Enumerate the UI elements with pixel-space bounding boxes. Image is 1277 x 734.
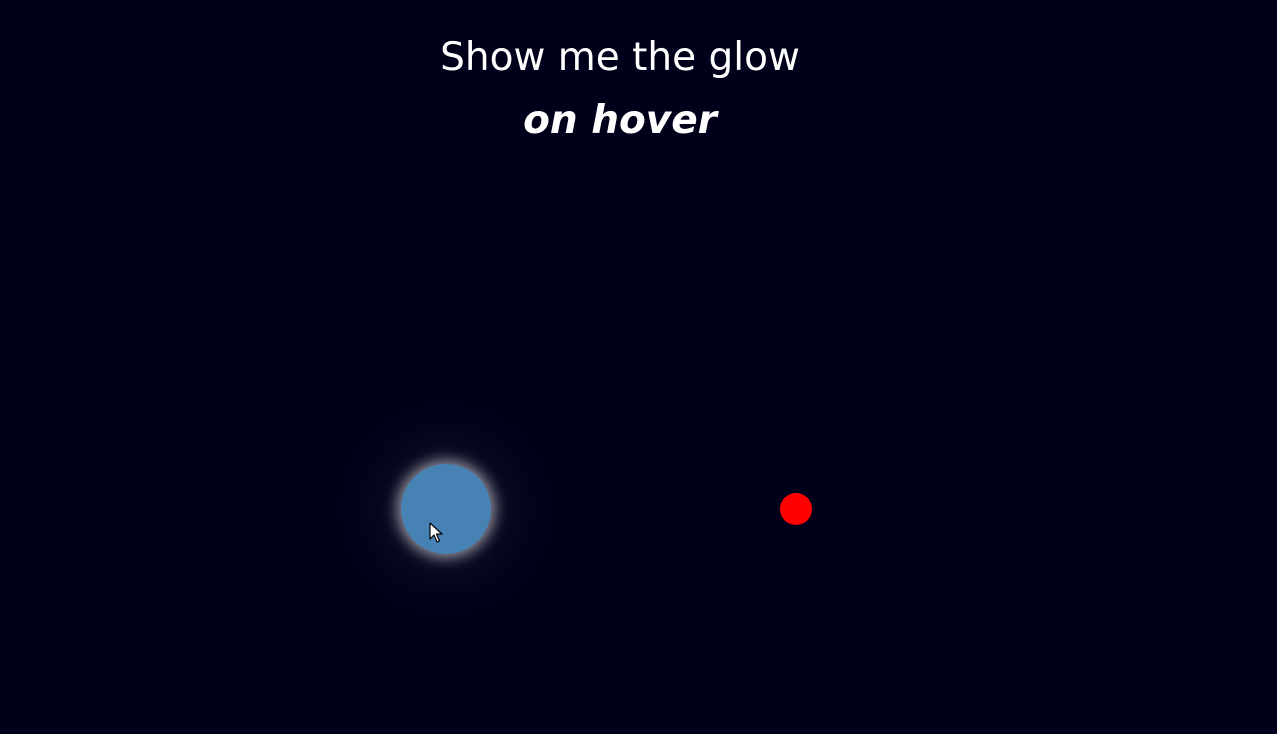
page-root: { "heading": { "main": "Show me the glow… — [0, 0, 1277, 734]
red-dot[interactable] — [780, 493, 812, 525]
page-subtitle: on hover — [523, 98, 717, 143]
glow-circle[interactable] — [401, 464, 491, 554]
page-title: Show me the glow — [440, 35, 800, 80]
